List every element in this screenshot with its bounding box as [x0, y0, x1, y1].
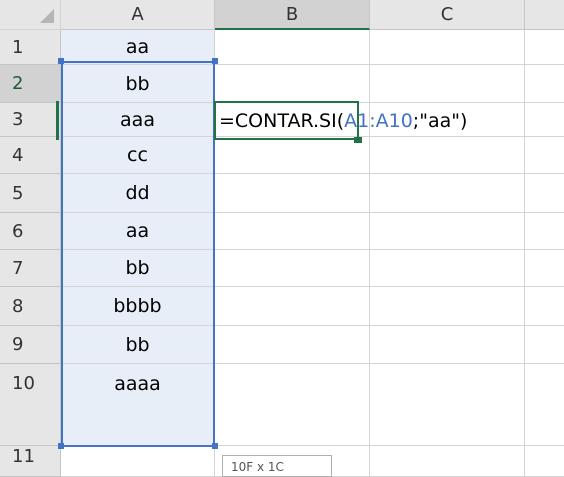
cell-b6[interactable] [215, 213, 370, 250]
cell-a9[interactable]: bb [61, 326, 215, 364]
active-row-marker [56, 101, 59, 140]
formula-prefix: =CONTAR.SI( [219, 110, 345, 132]
column-header-d-partial[interactable] [525, 0, 564, 30]
column-header-b[interactable]: B [215, 0, 370, 30]
cell-a5[interactable]: dd [61, 174, 215, 213]
cell-d6[interactable] [525, 213, 564, 250]
row-header-10[interactable]: 10 [12, 364, 35, 404]
row-header-7[interactable]: 7 [0, 250, 61, 287]
cell-d8[interactable] [525, 287, 564, 326]
row-header-3[interactable]: 3 [0, 103, 61, 137]
cell-d11[interactable] [525, 446, 564, 477]
cell-a3[interactable]: aaa [61, 103, 215, 137]
fill-handle[interactable] [354, 137, 362, 143]
cell-c7[interactable] [370, 250, 525, 287]
cell-a4[interactable]: cc [61, 137, 215, 174]
row-header-8[interactable]: 8 [0, 287, 61, 326]
selection-size-tooltip: 10F x 1C [222, 455, 332, 477]
cell-b4[interactable] [215, 137, 370, 174]
cell-c5[interactable] [370, 174, 525, 213]
cell-d2[interactable] [525, 65, 564, 103]
cell-c2[interactable] [370, 65, 525, 103]
cell-c6[interactable] [370, 213, 525, 250]
select-all-corner[interactable] [0, 0, 61, 30]
cell-b9[interactable] [215, 326, 370, 364]
cell-c9[interactable] [370, 326, 525, 364]
cell-c1[interactable] [370, 30, 525, 65]
formula-suffix: ;"aa") [412, 110, 468, 132]
cell-b2[interactable] [215, 65, 370, 103]
cell-c11[interactable] [370, 446, 525, 477]
cell-d9[interactable] [525, 326, 564, 364]
row-header-9[interactable]: 9 [0, 326, 61, 364]
cell-d1[interactable] [525, 30, 564, 65]
range-handle-top-right[interactable] [212, 58, 218, 64]
cell-c10[interactable] [370, 364, 525, 446]
select-all-triangle-icon [40, 9, 54, 23]
range-handle-bottom-right[interactable] [212, 443, 218, 449]
cell-a2[interactable]: bb [61, 65, 215, 103]
row-header-6[interactable]: 6 [0, 213, 61, 250]
cell-b5[interactable] [215, 174, 370, 213]
cell-d7[interactable] [525, 250, 564, 287]
cell-b8[interactable] [215, 287, 370, 326]
cell-a10-text: aaaa [114, 373, 161, 395]
cell-d3[interactable] [525, 103, 564, 137]
range-handle-bottom-left[interactable] [58, 443, 64, 449]
row-header-5[interactable]: 5 [0, 174, 61, 213]
cell-c8[interactable] [370, 287, 525, 326]
active-cell-formula[interactable]: =CONTAR.SI(A1:A10;"aa") [219, 102, 467, 140]
cell-a1[interactable]: aa [61, 30, 215, 65]
column-header-c[interactable]: C [370, 0, 525, 30]
row-header-10-wrap: 10 [0, 364, 61, 446]
cell-d4[interactable] [525, 137, 564, 174]
cell-a8[interactable]: bbbb [61, 287, 215, 326]
row-header-4[interactable]: 4 [0, 137, 61, 174]
row-header-11[interactable]: 11 [0, 446, 61, 477]
row-header-2[interactable]: 2 [0, 65, 61, 103]
cell-d5[interactable] [525, 174, 564, 213]
column-header-a[interactable]: A [61, 0, 215, 30]
cell-b10[interactable] [215, 364, 370, 446]
cell-a11[interactable] [61, 446, 215, 477]
cell-a10[interactable]: aaaa [61, 364, 215, 446]
cell-d10[interactable] [525, 364, 564, 446]
range-handle-top-left[interactable] [58, 58, 64, 64]
cell-c4[interactable] [370, 137, 525, 174]
cell-b1[interactable] [215, 30, 370, 65]
cell-a6[interactable]: aa [61, 213, 215, 250]
cell-a7[interactable]: bb [61, 250, 215, 287]
cell-b7[interactable] [215, 250, 370, 287]
formula-range-reference: A1:A10 [344, 110, 413, 132]
row-header-1[interactable]: 1 [0, 30, 61, 65]
